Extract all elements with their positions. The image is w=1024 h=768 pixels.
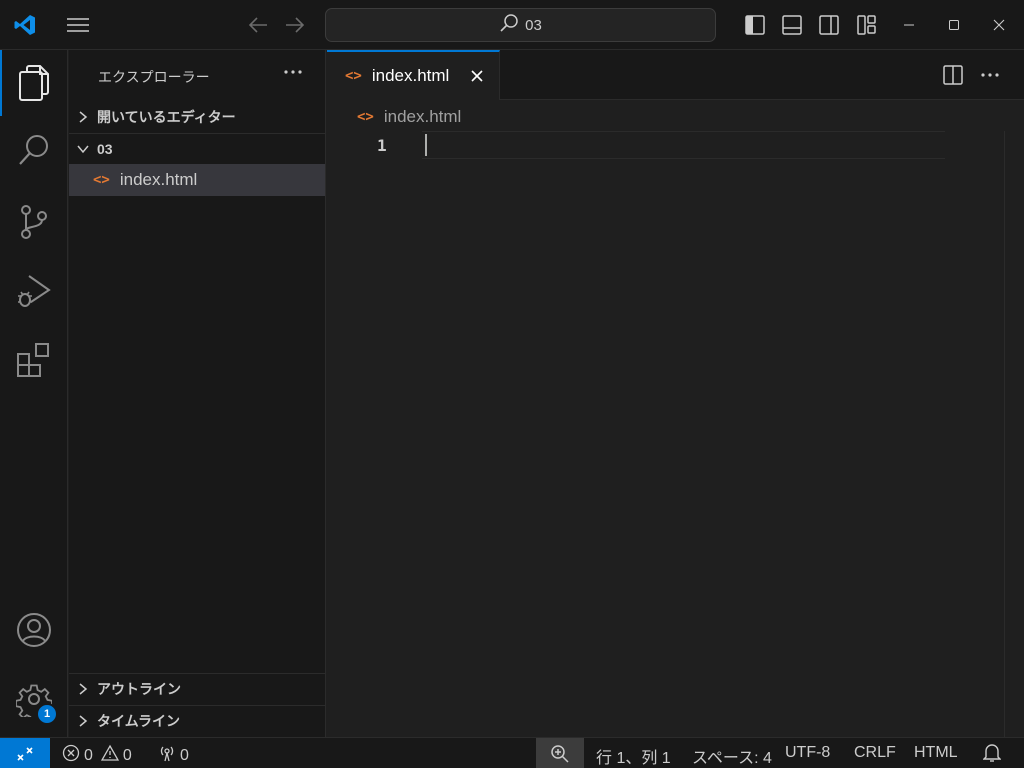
current-line-highlight <box>422 131 945 159</box>
close-icon[interactable] <box>977 0 1021 50</box>
cursor-position[interactable]: 行 1、列 1 <box>596 744 671 768</box>
chevron-right-icon <box>69 110 97 124</box>
manage-gear-icon[interactable] <box>0 666 68 732</box>
chevron-right-icon <box>69 714 97 728</box>
split-editor-icon[interactable] <box>942 64 964 86</box>
notifications-bell-icon[interactable] <box>983 743 1001 763</box>
status-bar: 0 0 0 行 1、列 1 スペース: 4 UTF-8 CRLF HTML <box>0 737 1024 768</box>
chevron-down-icon <box>69 144 97 154</box>
tab-label: index.html <box>371 66 450 85</box>
command-center-search[interactable]: 03 <box>325 8 716 42</box>
error-count: 0 <box>84 746 93 764</box>
account-icon[interactable] <box>0 597 68 663</box>
html-file-icon: <> <box>345 68 362 84</box>
toggle-primary-sidebar-icon[interactable] <box>744 14 766 36</box>
title-bar: 03 <box>0 0 1024 50</box>
breadcrumb[interactable]: <> index.html <box>357 107 461 127</box>
search-icon[interactable] <box>0 117 68 183</box>
warning-icon <box>100 744 120 767</box>
file-label: index.html <box>119 170 198 189</box>
broadcast-icon <box>158 744 176 767</box>
tab-index-html[interactable]: <> index.html <box>327 50 500 100</box>
editor-area[interactable]: <> index.html 1 <box>327 100 1024 737</box>
chevron-right-icon <box>69 682 97 696</box>
run-debug-icon[interactable] <box>0 258 68 324</box>
sidebar-title: エクスプローラー <box>98 69 210 85</box>
menu-icon[interactable] <box>64 13 92 37</box>
line-number: 1 <box>377 136 387 155</box>
maximize-icon[interactable] <box>932 0 976 50</box>
close-tab-icon[interactable] <box>467 66 487 86</box>
manage-badge: 1 <box>36 703 58 725</box>
toggle-panel-icon[interactable] <box>781 14 803 36</box>
section-label: タイムライン <box>97 712 181 729</box>
customize-layout-icon[interactable] <box>856 14 878 36</box>
more-actions-icon[interactable] <box>281 60 305 84</box>
section-folder[interactable]: 03 <box>69 133 325 163</box>
search-text: 03 <box>525 16 542 34</box>
text-cursor <box>425 134 427 156</box>
end-of-line[interactable]: CRLF <box>854 744 896 762</box>
ports-count: 0 <box>180 746 189 764</box>
forward-arrow-icon[interactable] <box>282 13 308 37</box>
explorer-sidebar: エクスプローラー 開いているエディター 03 <> index.html アウト… <box>69 50 326 737</box>
activity-bar <box>0 50 68 737</box>
language-mode[interactable]: HTML <box>914 744 958 762</box>
html-file-icon: <> <box>93 172 110 188</box>
toggle-secondary-sidebar-icon[interactable] <box>818 14 840 36</box>
search-icon <box>499 13 519 37</box>
section-outline[interactable]: アウトライン <box>69 673 325 703</box>
source-control-icon[interactable] <box>0 189 68 255</box>
extensions-icon[interactable] <box>0 327 68 393</box>
breadcrumb-file[interactable]: index.html <box>384 107 461 127</box>
zoom-icon[interactable] <box>536 738 584 768</box>
editor-tabs-bar: <> index.html <box>327 50 1024 100</box>
remote-indicator-icon[interactable] <box>0 738 50 768</box>
explorer-icon[interactable] <box>0 50 68 116</box>
minimize-icon[interactable] <box>887 0 931 50</box>
back-arrow-icon[interactable] <box>245 13 271 37</box>
encoding[interactable]: UTF-8 <box>785 744 830 762</box>
vscode-logo-icon <box>12 12 38 38</box>
file-item-index-html[interactable]: <> index.html <box>69 164 325 196</box>
html-file-icon: <> <box>357 109 374 125</box>
folder-label: 03 <box>97 140 113 157</box>
section-label: 開いているエディター <box>97 109 236 125</box>
error-icon <box>62 744 80 767</box>
section-label: アウトライン <box>97 680 181 697</box>
problems-indicator[interactable]: 0 0 <box>62 744 132 767</box>
indentation[interactable]: スペース: 4 <box>692 744 772 768</box>
more-actions-icon[interactable] <box>979 64 1001 86</box>
warning-count: 0 <box>122 746 132 764</box>
scrollbar[interactable] <box>1004 131 1005 737</box>
ports-indicator[interactable]: 0 <box>158 744 189 767</box>
active-indicator <box>0 50 2 116</box>
section-timeline[interactable]: タイムライン <box>69 705 325 735</box>
section-open-editors[interactable]: 開いているエディター <box>69 102 325 132</box>
